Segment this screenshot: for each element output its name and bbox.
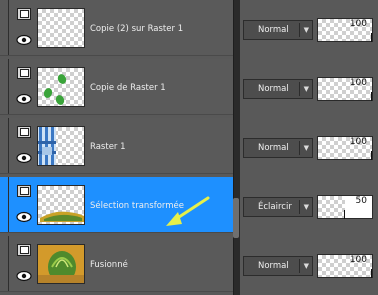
tree-line <box>8 59 9 114</box>
tree-line <box>8 118 9 173</box>
yellow-selection-image <box>40 211 84 222</box>
layer-properties-row: Normal ▼ 100 <box>240 0 378 56</box>
opacity-slider[interactable]: 100 <box>317 254 373 278</box>
layer-group-icon[interactable] <box>17 67 31 79</box>
layer-name: Fusionné <box>90 260 128 270</box>
eye-icon[interactable] <box>16 93 32 105</box>
opacity-value: 50 <box>355 196 367 206</box>
layer-thumbnail <box>37 126 85 166</box>
blend-mode-value: Normal <box>258 84 289 94</box>
blend-mode-dropdown[interactable]: Normal ▼ <box>243 256 313 276</box>
blend-mode-dropdown[interactable]: Normal ▼ <box>243 20 313 40</box>
layer-name: Copie (2) sur Raster 1 <box>90 24 184 34</box>
layer-thumbnail <box>37 244 85 284</box>
panel-divider <box>233 0 240 295</box>
blend-mode-value: Normal <box>258 261 289 271</box>
layer-properties-row: Éclaircir ▼ 50 <box>240 177 378 233</box>
opacity-value: 100 <box>349 19 367 29</box>
layer-properties-panel: Normal ▼ 100 Normal ▼ 100 Normal ▼ 100 É… <box>240 0 378 295</box>
opacity-slider[interactable]: 100 <box>317 18 373 42</box>
chevron-down-icon: ▼ <box>303 203 309 211</box>
eye-icon[interactable] <box>16 152 32 164</box>
tree-line <box>8 0 9 55</box>
layer-thumbnail <box>37 67 85 107</box>
layer-properties-row: Normal ▼ 100 <box>240 118 378 174</box>
layer-row[interactable]: Raster 1 <box>0 118 233 174</box>
tree-line <box>8 236 9 291</box>
layer-name: Sélection transformée <box>90 201 185 211</box>
layer-row[interactable]: Fusionné <box>0 236 233 292</box>
panel-resize-handle[interactable] <box>233 198 239 238</box>
opacity-value: 100 <box>349 255 367 265</box>
layer-row-selected[interactable]: Sélection transformée <box>0 177 233 233</box>
opacity-value: 100 <box>349 78 367 88</box>
layer-group-icon[interactable] <box>17 185 31 197</box>
chevron-down-icon: ▼ <box>303 144 309 152</box>
layer-group-icon[interactable] <box>17 126 31 138</box>
layer-row[interactable]: Copie (2) sur Raster 1 <box>0 0 233 56</box>
layer-row[interactable]: Copie de Raster 1 <box>0 59 233 115</box>
blue-plaid-image <box>38 127 56 165</box>
layer-list-panel: Copie (2) sur Raster 1 Copie de Raster 1 <box>0 0 233 295</box>
blend-mode-value: Éclaircir <box>258 202 292 212</box>
chevron-down-icon: ▼ <box>303 85 309 93</box>
eye-icon[interactable] <box>16 211 32 223</box>
green-leaves-image <box>43 74 67 105</box>
blend-mode-dropdown[interactable]: Éclaircir ▼ <box>243 197 313 217</box>
eye-icon[interactable] <box>16 270 32 282</box>
chevron-down-icon: ▼ <box>303 262 309 270</box>
opacity-tick <box>371 151 372 160</box>
layer-properties-row: Normal ▼ 100 <box>240 59 378 115</box>
blend-mode-dropdown[interactable]: Normal ▼ <box>243 138 313 158</box>
opacity-tick <box>371 92 372 101</box>
layer-name: Raster 1 <box>90 142 126 152</box>
opacity-tick <box>371 269 372 278</box>
layer-group-icon[interactable] <box>17 244 31 256</box>
layer-thumbnail <box>37 8 85 48</box>
opacity-tick <box>344 210 345 219</box>
opacity-tick <box>371 33 372 42</box>
opacity-value: 100 <box>349 137 367 147</box>
tree-line <box>8 177 9 232</box>
layer-name: Copie de Raster 1 <box>90 83 166 93</box>
chevron-down-icon: ▼ <box>303 26 309 34</box>
layer-properties-row: Normal ▼ 100 <box>240 236 378 292</box>
blend-mode-dropdown[interactable]: Normal ▼ <box>243 79 313 99</box>
layer-thumbnail <box>37 185 85 225</box>
blend-mode-value: Normal <box>258 25 289 35</box>
eye-icon[interactable] <box>16 34 32 46</box>
opacity-slider[interactable]: 100 <box>317 77 373 101</box>
layer-group-icon[interactable] <box>17 8 31 20</box>
opacity-slider[interactable]: 100 <box>317 136 373 160</box>
blend-mode-value: Normal <box>258 143 289 153</box>
merged-image <box>38 245 84 283</box>
opacity-slider[interactable]: 50 <box>317 195 373 219</box>
